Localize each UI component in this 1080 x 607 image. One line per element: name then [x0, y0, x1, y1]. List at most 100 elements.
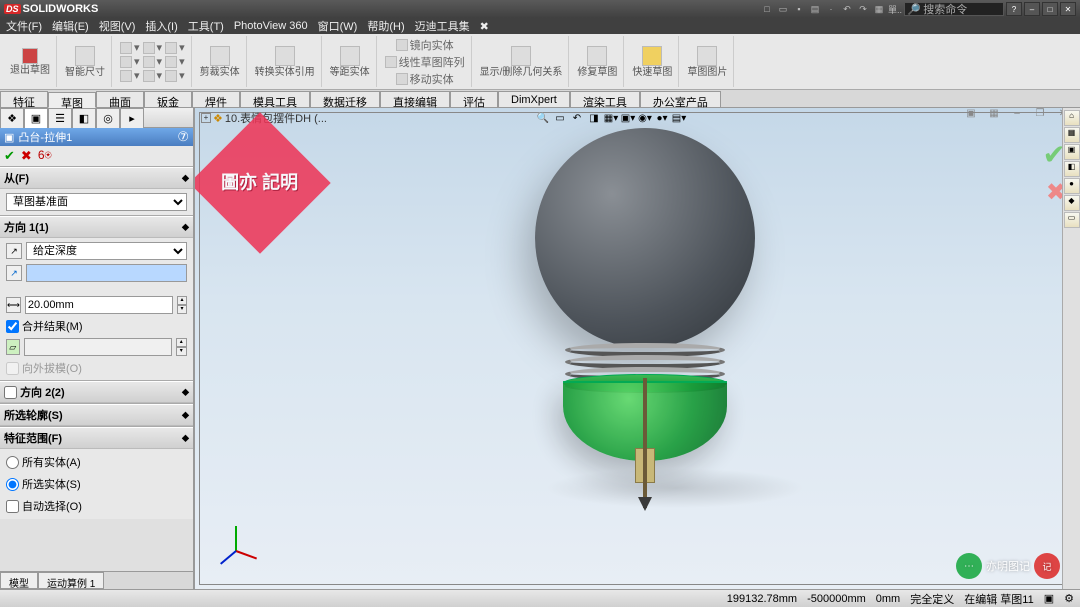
tab-mold[interactable]: 模具工具 [240, 91, 310, 107]
maximize-button[interactable]: □ [1042, 2, 1058, 16]
menu-edit[interactable]: 编辑(E) [52, 18, 89, 34]
pm-dir2-header[interactable]: 方向 2(2)⬥ [0, 381, 193, 403]
status-options-icon[interactable]: ⚙ [1064, 592, 1074, 605]
tb-redo-icon[interactable]: ↷ [856, 2, 870, 16]
draft-spin-down[interactable]: ▾ [176, 347, 188, 356]
menu-help[interactable]: 帮助(H) [367, 18, 404, 34]
tab-evaluate[interactable]: 评估 [450, 91, 498, 107]
view-triad[interactable] [215, 511, 265, 561]
menu-photoview[interactable]: PhotoView 360 [234, 20, 308, 32]
move-button[interactable]: 移动实体 [396, 71, 454, 87]
zoom-fit-icon[interactable]: 🔍 [535, 110, 551, 126]
spline-tool[interactable]: ▾ [143, 55, 163, 68]
menu-insert[interactable]: 插入(I) [145, 18, 177, 34]
ribbon-trim-button[interactable]: 剪裁实体 [194, 36, 247, 87]
tb-save-icon[interactable]: ▪ [792, 2, 806, 16]
tb-new-icon[interactable]: □ [760, 2, 774, 16]
ribbon-sketch-pic-button[interactable]: 草图图片 [681, 36, 734, 87]
help-button[interactable]: ? [1006, 2, 1022, 16]
text-tool[interactable]: ▾ [165, 69, 185, 82]
pm-scope-header[interactable]: 特征范围(F)⬥ [0, 427, 193, 449]
taskpane-library-icon[interactable]: ▦ [1064, 127, 1080, 143]
status-unit-icon[interactable]: ▣ [1044, 592, 1054, 605]
pm-draft-input[interactable] [24, 338, 172, 356]
pm-ok-button[interactable]: ✔ [4, 148, 15, 164]
polygon-tool[interactable]: ▾ [165, 55, 185, 68]
pm-contour-header[interactable]: 所选轮廓(S)⬥ [0, 404, 193, 426]
minimize-button[interactable]: – [1024, 2, 1040, 16]
menu-file[interactable]: 文件(F) [6, 18, 42, 34]
slot-tool[interactable]: ▾ [165, 41, 185, 54]
tb-undo-icon[interactable]: ↶ [840, 2, 854, 16]
reverse-direction-icon[interactable]: ↗ [6, 243, 22, 259]
menu-pin-icon[interactable]: ✖ [480, 20, 489, 33]
ribbon-convert-button[interactable]: 转换实体引用 [249, 36, 322, 87]
ribbon-exit-sketch-button[interactable]: 退出草图 [4, 36, 57, 87]
pm-from-header[interactable]: 从(F)⬥ [0, 167, 193, 189]
hide-show-icon[interactable]: ◉▾ [637, 110, 653, 126]
tb-print-icon[interactable]: ▤ [808, 2, 822, 16]
scene-icon[interactable]: ▤▾ [671, 110, 687, 126]
depth-spin-down[interactable]: ▾ [177, 305, 187, 314]
view-orient-icon[interactable]: ▦▾ [603, 110, 619, 126]
ribbon-quick-sketch-button[interactable]: 快速草图 [626, 36, 679, 87]
doc-restore-icon[interactable]: ❐ [1029, 108, 1051, 122]
menu-window[interactable]: 窗口(W) [318, 18, 358, 34]
fm-tab-display[interactable]: ◎ [96, 108, 120, 128]
doc-cascade-icon[interactable]: ▦ [983, 108, 1005, 122]
tab-surfaces[interactable]: 曲面 [96, 91, 144, 107]
pm-from-select[interactable]: 草图基准面 [6, 193, 187, 211]
tab-sheetmetal[interactable]: 钣金 [144, 91, 192, 107]
pm-dir1-header[interactable]: 方向 1(1)⬥ [0, 216, 193, 238]
circle-tool[interactable]: ▾ [120, 69, 140, 82]
ribbon-repair-button[interactable]: 修复草图 [571, 36, 624, 87]
tab-dimxpert[interactable]: DimXpert [498, 91, 570, 107]
taskpane-forum-icon[interactable]: ▭ [1064, 212, 1080, 228]
taskpane-custom-icon[interactable]: ◆ [1064, 195, 1080, 211]
tb-opt-icon[interactable]: 單.. [888, 2, 902, 16]
scope-all-radio[interactable]: 所有实体(A) [6, 453, 187, 471]
section-view-icon[interactable]: ◨ [586, 110, 602, 126]
scope-selected-radio[interactable]: 所选实体(S) [6, 475, 187, 493]
arc-tool[interactable]: ▾ [143, 41, 163, 54]
tb-view-icon[interactable]: ▦ [872, 2, 886, 16]
zoom-area-icon[interactable]: ▭ [552, 110, 568, 126]
line-tool[interactable]: ▾ [120, 41, 140, 54]
pm-merge-checkbox[interactable]: 合并结果(M) [6, 318, 83, 334]
ribbon-offset-button[interactable]: 等距实体 [324, 36, 377, 87]
close-button[interactable]: ✕ [1060, 2, 1076, 16]
bottom-tab-model[interactable]: 模型 [0, 572, 38, 589]
prev-view-icon[interactable]: ↶ [569, 110, 585, 126]
pm-direction-input[interactable] [26, 264, 187, 282]
menu-maidi[interactable]: 迈迪工具集 [415, 18, 470, 34]
menu-view[interactable]: 视图(V) [99, 18, 136, 34]
pm-depth-input[interactable] [25, 296, 173, 314]
rect-tool[interactable]: ▾ [120, 55, 140, 68]
fm-tab-property[interactable]: ▣ [24, 108, 48, 128]
pm-help-icon[interactable]: ⑦ [177, 129, 189, 145]
tab-render[interactable]: 渲染工具 [570, 91, 640, 107]
doc-tile-icon[interactable]: ▣ [960, 108, 982, 122]
tab-sketch[interactable]: 草图 [48, 92, 96, 108]
doc-min-icon[interactable]: – [1006, 108, 1028, 122]
pattern-button[interactable]: 线性草图阵列 [385, 54, 465, 70]
pm-cancel-button[interactable]: ✖ [21, 148, 32, 164]
draft-spin-up[interactable]: ▴ [176, 338, 188, 347]
ribbon-display-relations-button[interactable]: 显示/删除几何关系 [474, 36, 570, 87]
point-tool[interactable]: ▾ [143, 69, 163, 82]
tab-weldments[interactable]: 焊件 [192, 91, 240, 107]
depth-spin-up[interactable]: ▴ [177, 296, 187, 305]
fm-tab-more[interactable]: ▸ [120, 108, 144, 128]
graphics-area[interactable]: + ❖ 10.表情包摆件DH (... 🔍 ▭ ↶ ◨ ▦▾ ▣▾ ◉▾ ●▾ … [195, 108, 1080, 589]
taskpane-explorer-icon[interactable]: ▣ [1064, 144, 1080, 160]
appearance-icon[interactable]: ●▾ [654, 110, 670, 126]
taskpane-appearance-icon[interactable]: ● [1064, 178, 1080, 194]
fm-tab-config[interactable]: ☰ [48, 108, 72, 128]
tree-expand-icon[interactable]: + [201, 113, 211, 123]
mirror-button[interactable]: 镜向实体 [396, 37, 454, 53]
tab-directedit[interactable]: 直接编辑 [380, 91, 450, 107]
display-style-icon[interactable]: ▣▾ [620, 110, 636, 126]
tb-open-icon[interactable]: ▭ [776, 2, 790, 16]
draft-icon[interactable]: ▱ [6, 339, 20, 355]
scope-auto-checkbox[interactable]: 自动选择(O) [6, 497, 187, 515]
